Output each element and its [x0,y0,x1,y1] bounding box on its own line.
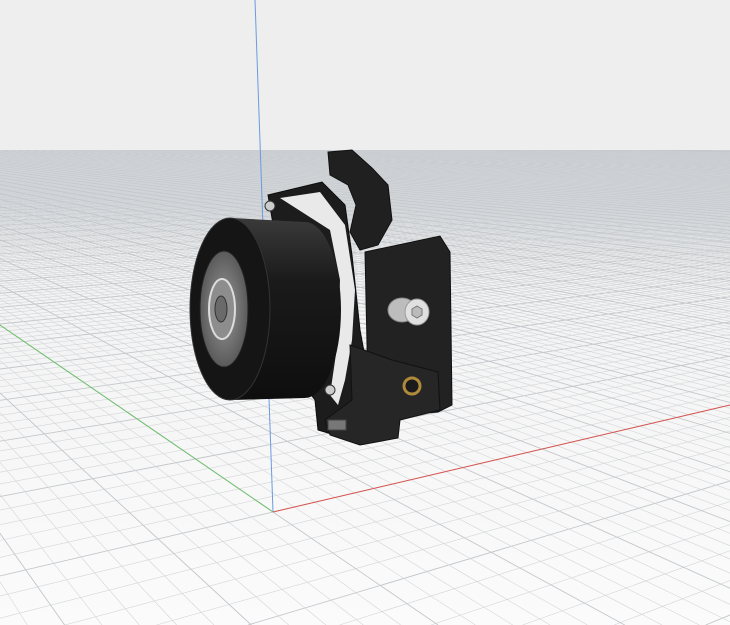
shaft [214,295,228,323]
pivot-bolt-lower [324,384,336,396]
hex-socket-icon [411,305,423,319]
3d-viewport[interactable] [0,0,730,625]
grub-screw [327,419,347,431]
pivot-bolt [264,200,276,212]
horizon-fade [0,0,730,150]
brass-insert [402,376,422,396]
